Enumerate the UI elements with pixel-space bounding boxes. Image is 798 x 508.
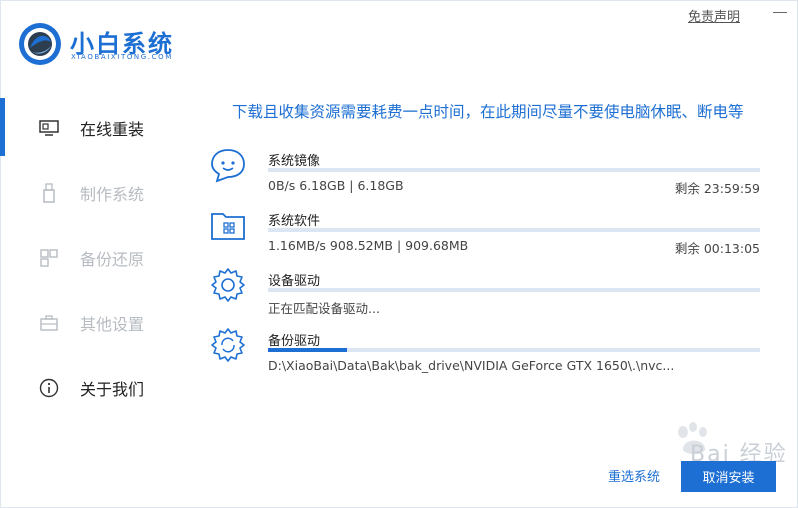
briefcase-icon [38,312,60,334]
task-detail-backup-driver: D:\XiaoBai\Data\Bak\bak_drive\NVIDIA GeF… [268,358,675,373]
task-detail-device-driver: 正在匹配设备驱动... [268,301,380,316]
folder-apps-icon [209,206,247,244]
task-title-backup-driver: 备份驱动 [268,334,321,349]
progress-fill [268,348,347,352]
sidebar-item-about-us[interactable]: 关于我们 [38,373,188,403]
progress-bar-system-software [268,228,760,232]
cancel-install-button[interactable]: 取消安装 [681,461,776,492]
sidebar-item-label: 其他设置 [80,315,145,334]
task-title-system-software: 系统软件 [268,214,321,229]
logo-icon [18,22,62,66]
gear-icon [209,266,247,304]
download-notice: 下载且收集资源需要耗费一点时间，在此期间尽量不要使电脑休眠、断电等 [232,103,744,121]
task-remaining-system-image: 剩余 23:59:59 [674,181,760,196]
info-icon [38,377,60,399]
progress-bar-device-driver [268,288,760,292]
task-detail-system-image: 0B/s 6.18GB | 6.18GB [268,178,404,193]
sidebar-item-backup-restore[interactable]: 备份还原 [38,243,188,273]
sidebar-active-indicator [0,98,5,156]
sidebar-item-online-reinstall[interactable]: 在线重装 [38,113,188,143]
gear-refresh-icon [209,326,247,364]
progress-bar-backup-driver [268,348,760,352]
reselect-system-button[interactable]: 重选系统 [608,466,660,485]
app-subtitle: XIAOBAIXITONG.COM [71,53,173,61]
disclaimer-link[interactable]: 免责声明 [688,6,740,25]
task-remaining-system-software: 剩余 00:13:05 [674,241,760,256]
task-detail-system-software: 1.16MB/s 908.52MB | 909.68MB [268,238,469,253]
sidebar-item-make-system[interactable]: 制作系统 [38,178,188,208]
task-title-system-image: 系统镜像 [268,154,321,169]
task-title-device-driver: 设备驱动 [268,274,321,289]
progress-bar-system-image [268,168,760,172]
sidebar-item-label: 关于我们 [80,380,145,399]
minimize-button[interactable] [773,12,787,13]
sidebar-item-label: 在线重装 [80,120,145,139]
usb-icon [38,182,60,204]
sidebar-item-label: 制作系统 [80,185,145,204]
monitor-icon [38,117,60,139]
grid-icon [38,247,60,269]
sidebar-item-other-settings[interactable]: 其他设置 [38,308,188,338]
chat-bubble-icon [209,146,247,184]
sidebar-item-label: 备份还原 [80,250,145,269]
